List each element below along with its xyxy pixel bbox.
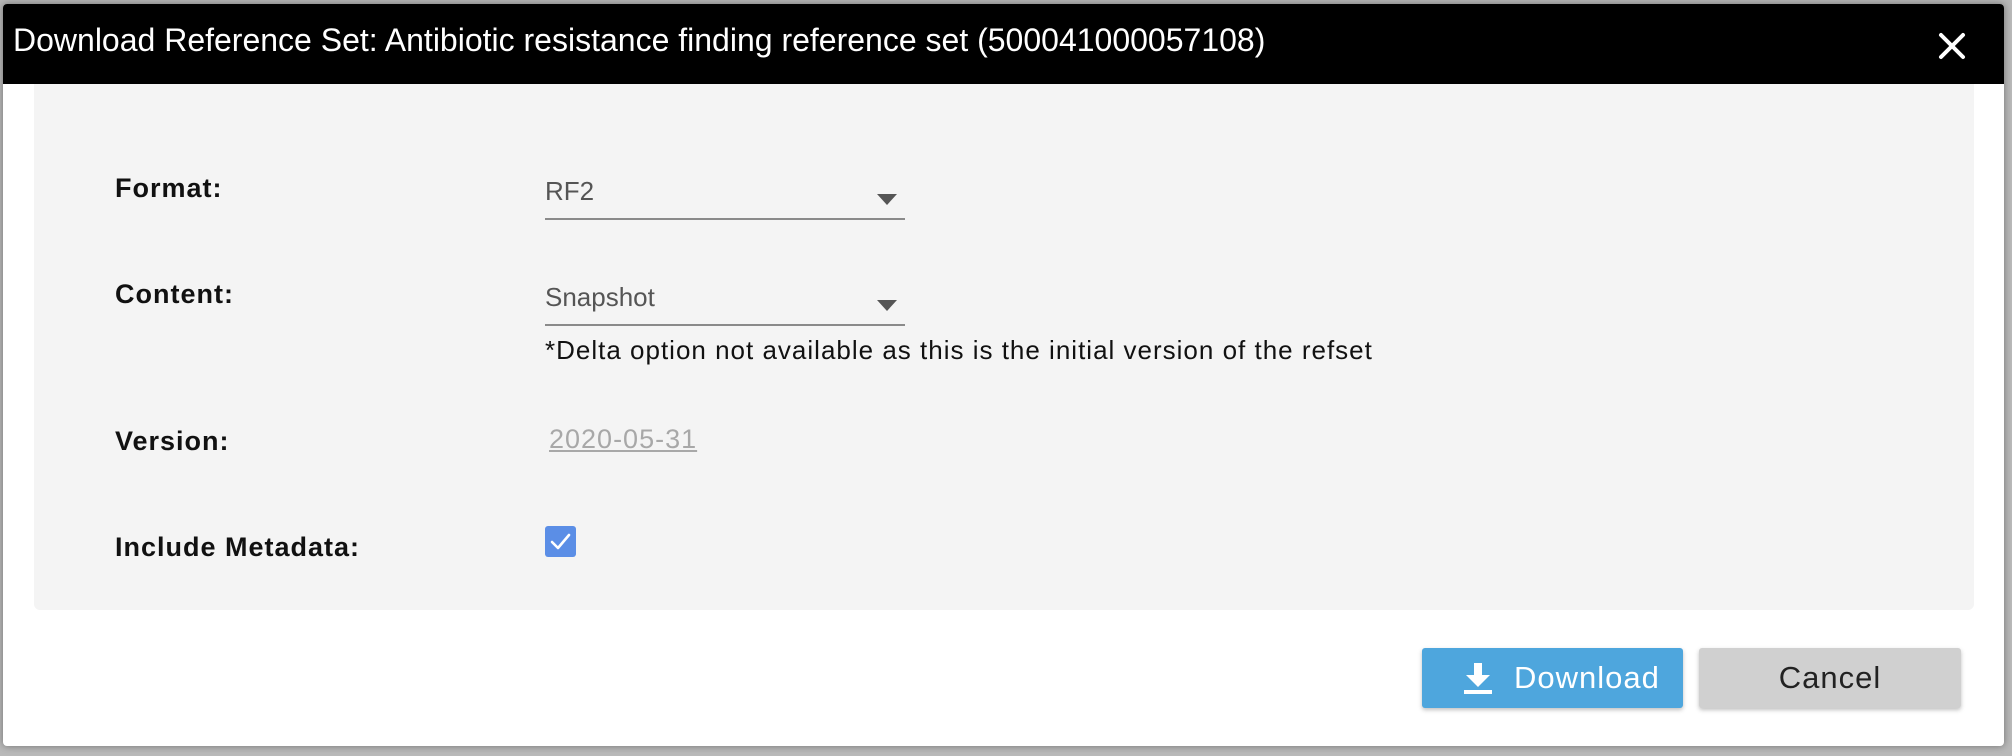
content-select-value: Snapshot xyxy=(545,282,655,312)
dialog-titlebar: Download Reference Set: Antibiotic resis… xyxy=(3,4,2004,84)
download-refset-dialog: Download Reference Set: Antibiotic resis… xyxy=(3,4,2004,746)
include-metadata-label: Include Metadata: xyxy=(115,532,361,562)
content-note: *Delta option not available as this is t… xyxy=(545,335,1373,365)
download-icon xyxy=(1464,663,1492,694)
include-metadata-checkbox[interactable] xyxy=(545,526,576,557)
content-label: Content: xyxy=(115,279,234,309)
format-select[interactable]: RF2 xyxy=(545,172,905,220)
chevron-down-icon xyxy=(877,194,897,205)
version-value: 2020-05-31 xyxy=(549,424,698,454)
close-button[interactable] xyxy=(1932,26,1972,66)
format-select-value: RF2 xyxy=(545,176,595,206)
version-label: Version: xyxy=(115,426,230,456)
download-button-label: Download xyxy=(1514,660,1660,695)
cancel-button[interactable]: Cancel xyxy=(1699,648,1961,708)
cancel-button-label: Cancel xyxy=(1778,660,1882,695)
dialog-title: Download Reference Set: Antibiotic resis… xyxy=(13,22,1266,58)
format-label: Format: xyxy=(115,173,223,203)
download-button[interactable]: Download xyxy=(1422,648,1683,708)
form-panel: Format: RF2 Content: Snapshot *Delta opt… xyxy=(34,84,1974,610)
content-select[interactable]: Snapshot xyxy=(545,278,905,326)
chevron-down-icon xyxy=(877,300,897,311)
checkmark-icon xyxy=(550,533,571,550)
close-icon xyxy=(1939,33,1965,59)
